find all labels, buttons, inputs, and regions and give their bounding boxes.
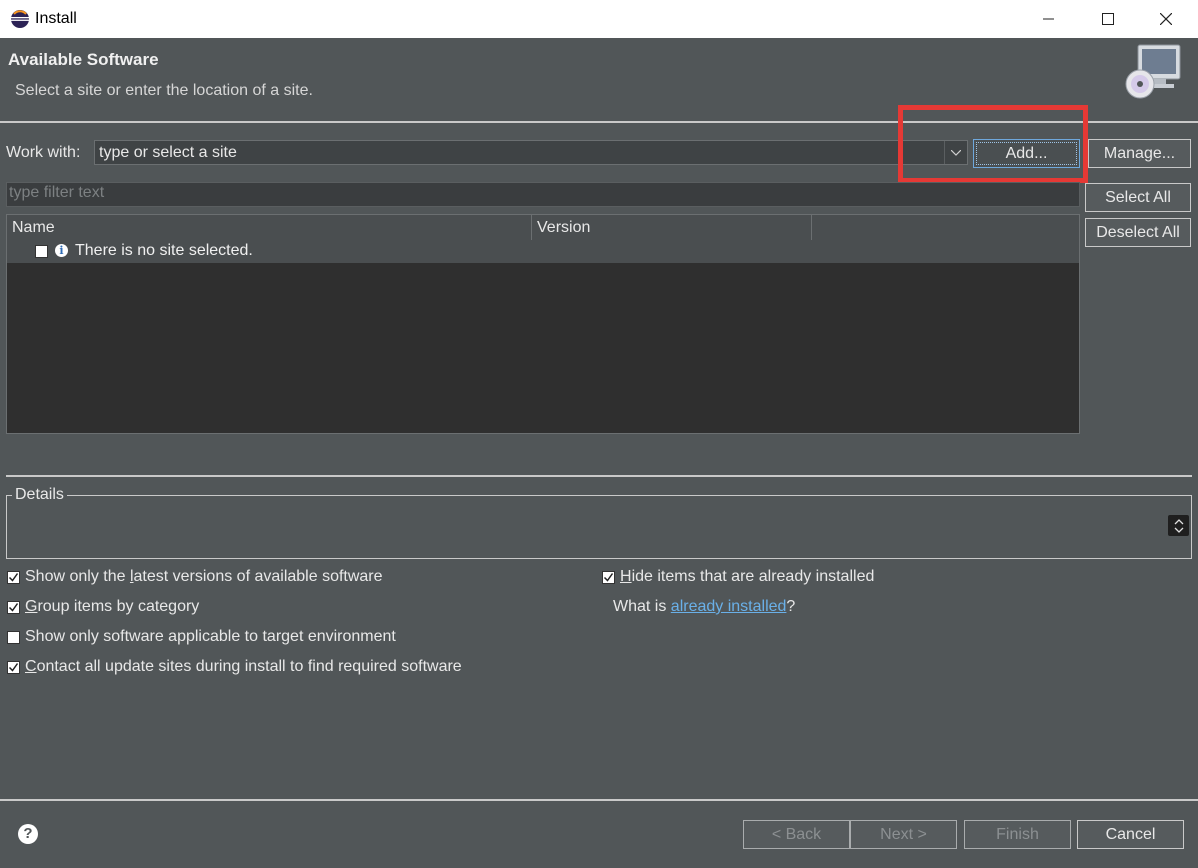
checkbox-contact-update-sites[interactable] (7, 660, 20, 674)
checkbox-latest-versions[interactable] (7, 570, 20, 584)
deselect-all-label: Deselect All (1096, 223, 1180, 241)
eclipse-icon (10, 9, 30, 29)
tree-row[interactable]: i There is no site selected. (7, 240, 1079, 263)
option-contact-update-sites-label: Contact all update sites during install … (25, 658, 462, 675)
next-button-label: Next > (880, 825, 927, 843)
option-group-by-category[interactable]: Group items by category (7, 598, 199, 616)
what-is-suffix: ? (786, 598, 796, 615)
page-description: Select a site or enter the location of a… (15, 82, 313, 99)
details-panel (6, 495, 1192, 559)
select-all-button[interactable]: Select All (1085, 183, 1191, 212)
work-with-combo[interactable]: type or select a site (94, 140, 968, 165)
title-bar: Install (0, 0, 1198, 38)
select-all-label: Select All (1105, 188, 1171, 206)
cancel-button-label: Cancel (1105, 825, 1156, 843)
spinner-arrows-icon (1174, 518, 1183, 533)
manage-button-label: Manage... (1103, 144, 1176, 162)
details-divider (6, 475, 1192, 477)
checkbox-group-by-category[interactable] (7, 600, 20, 614)
details-label: Details (12, 486, 67, 504)
checkbox-hide-installed[interactable] (602, 570, 615, 584)
annotation-highlight-box (898, 105, 1088, 183)
row-text: There is no site selected. (75, 242, 253, 259)
manage-sites-button[interactable]: Manage... (1088, 139, 1191, 168)
minimize-button[interactable] (1020, 0, 1078, 38)
row-checkbox[interactable] (35, 245, 48, 258)
back-button[interactable]: < Back (743, 820, 850, 849)
option-target-environment-label: Show only software applicable to target … (25, 628, 396, 645)
option-hide-installed[interactable]: Hide items that are already installed (602, 568, 874, 586)
finish-button-label: Finish (996, 825, 1039, 843)
maximize-button[interactable] (1079, 0, 1137, 38)
tree-header: Name Version (7, 215, 1079, 241)
page-title: Available Software (8, 50, 159, 69)
cancel-button[interactable]: Cancel (1077, 820, 1184, 849)
maximize-icon (1102, 13, 1114, 25)
work-with-label: Work with: (6, 144, 81, 161)
checkbox-target-environment[interactable] (7, 630, 20, 644)
minimize-icon (1043, 18, 1054, 20)
window-title: Install (35, 10, 77, 27)
option-latest-versions-label: Show only the latest versions of availab… (25, 568, 383, 585)
column-name[interactable]: Name (7, 215, 532, 240)
info-icon: i (55, 244, 68, 257)
deselect-all-button[interactable]: Deselect All (1085, 218, 1191, 247)
close-icon (1160, 13, 1172, 25)
next-button[interactable]: Next > (850, 820, 957, 849)
option-hide-installed-label: Hide items that are already installed (620, 568, 875, 585)
finish-button[interactable]: Finish (964, 820, 1071, 849)
what-is-installed-text: What is already installed? (613, 598, 795, 616)
back-button-label: < Back (771, 825, 822, 843)
details-scroll-spinner[interactable] (1168, 515, 1189, 536)
footer-divider (0, 799, 1198, 801)
column-version[interactable]: Version (532, 215, 812, 240)
work-with-input[interactable]: type or select a site (99, 144, 237, 162)
option-group-by-category-label: Group items by category (25, 598, 200, 615)
option-target-environment[interactable]: Show only software applicable to target … (7, 628, 396, 646)
install-wizard-icon (1122, 42, 1184, 104)
filter-input[interactable]: type filter text (6, 182, 1080, 207)
help-icon[interactable]: ? (18, 824, 38, 844)
software-tree[interactable]: Name Version i There is no site selected… (6, 214, 1080, 434)
column-extra[interactable] (812, 215, 1079, 240)
option-contact-update-sites[interactable]: Contact all update sites during install … (7, 658, 462, 676)
what-is-prefix: What is (613, 598, 671, 615)
already-installed-link[interactable]: already installed (671, 598, 787, 615)
option-latest-versions[interactable]: Show only the latest versions of availab… (7, 568, 383, 586)
close-button[interactable] (1137, 0, 1195, 38)
